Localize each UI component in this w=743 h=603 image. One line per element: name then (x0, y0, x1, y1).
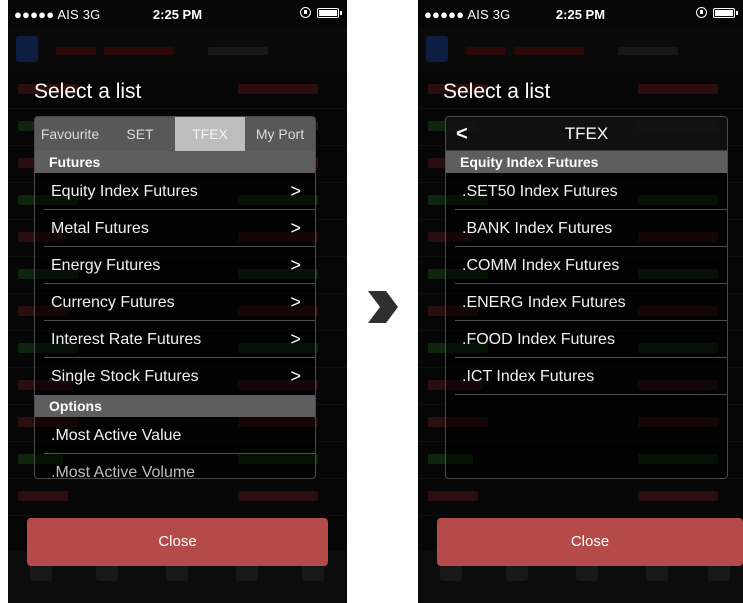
rotation-lock-icon (300, 7, 311, 18)
chevron-right-icon: > (290, 218, 301, 238)
list-item-energy-futures[interactable]: Energy Futures > (35, 247, 315, 284)
tab-favourite[interactable]: Favourite (35, 117, 105, 151)
battery-icon (317, 7, 342, 18)
phone-screen-equity-index-futures: ●●●●● AIS 3G 2:25 PM Select a list < TFE… (418, 0, 743, 603)
section-header-equity-index-futures: Equity Index Futures (446, 151, 727, 173)
status-icons (300, 7, 342, 18)
list-item-currency-futures[interactable]: Currency Futures > (35, 284, 315, 321)
nav-title: TFEX (564, 124, 609, 143)
chevron-right-icon: > (290, 366, 301, 386)
status-bar: ●●●●● AIS 3G 2:25 PM (8, 0, 347, 28)
list-item-most-active-value[interactable]: .Most Active Value (35, 417, 315, 454)
list-item-bank-index-futures[interactable]: .BANK Index Futures (446, 210, 727, 247)
close-button[interactable]: Close (437, 518, 743, 566)
list-item-metal-futures[interactable]: Metal Futures > (35, 210, 315, 247)
battery-icon (713, 7, 738, 18)
chevron-right-icon: > (290, 255, 301, 275)
chevron-right-icon: > (290, 329, 301, 349)
list-picker-panel: < TFEX Equity Index Futures .SET50 Index… (445, 116, 728, 479)
section-header-options: Options (35, 395, 315, 417)
chevron-left-icon[interactable]: < (456, 122, 468, 146)
chevron-right-icon: > (290, 292, 301, 312)
list-item-equity-index-futures[interactable]: Equity Index Futures > (35, 173, 315, 210)
status-icons (696, 7, 738, 18)
market-segmented-control: Favourite SET TFEX My Port (35, 117, 315, 151)
tab-set[interactable]: SET (105, 117, 175, 151)
list-item-ict-index-futures[interactable]: .ICT Index Futures (446, 358, 727, 395)
list-item-label: Single Stock Futures (51, 368, 199, 385)
list-item-interest-rate-futures[interactable]: Interest Rate Futures > (35, 321, 315, 358)
list-item-label: Energy Futures (51, 257, 161, 274)
status-time: 2:25 PM (152, 7, 203, 22)
list-item-label: Currency Futures (51, 294, 175, 311)
tab-my-port[interactable]: My Port (245, 117, 315, 151)
list-picker-panel: Favourite SET TFEX My Port Futures Equit… (34, 116, 316, 479)
list-item-food-index-futures[interactable]: .FOOD Index Futures (446, 321, 727, 358)
phone-screen-tfex-categories: ●●●●● AIS 3G 2:25 PM Select a list Favou… (8, 0, 347, 603)
arrow-right-icon (368, 291, 398, 323)
dialog-title: Select a list (34, 80, 142, 103)
rotation-lock-icon (696, 7, 707, 18)
list-item-set50-index-futures[interactable]: .SET50 Index Futures (446, 173, 727, 210)
dialog-title: Select a list (443, 80, 551, 103)
sublist-nav-header: < TFEX (446, 117, 727, 151)
tab-tfex[interactable]: TFEX (175, 117, 245, 151)
close-button[interactable]: Close (27, 518, 328, 566)
list-item-most-active-volume[interactable]: .Most Active Volume (35, 454, 315, 478)
list-item-energ-index-futures[interactable]: .ENERG Index Futures (446, 284, 727, 321)
list-item-label: Interest Rate Futures (51, 331, 202, 348)
section-header-futures: Futures (35, 151, 315, 173)
list-item-comm-index-futures[interactable]: .COMM Index Futures (446, 247, 727, 284)
list-item-single-stock-futures[interactable]: Single Stock Futures > (35, 358, 315, 395)
list-item-label: Metal Futures (51, 220, 149, 237)
chevron-right-icon: > (290, 181, 301, 201)
list-item-label: Equity Index Futures (51, 183, 198, 200)
status-bar: ●●●●● AIS 3G 2:25 PM (418, 0, 743, 28)
status-time: 2:25 PM (555, 7, 606, 22)
